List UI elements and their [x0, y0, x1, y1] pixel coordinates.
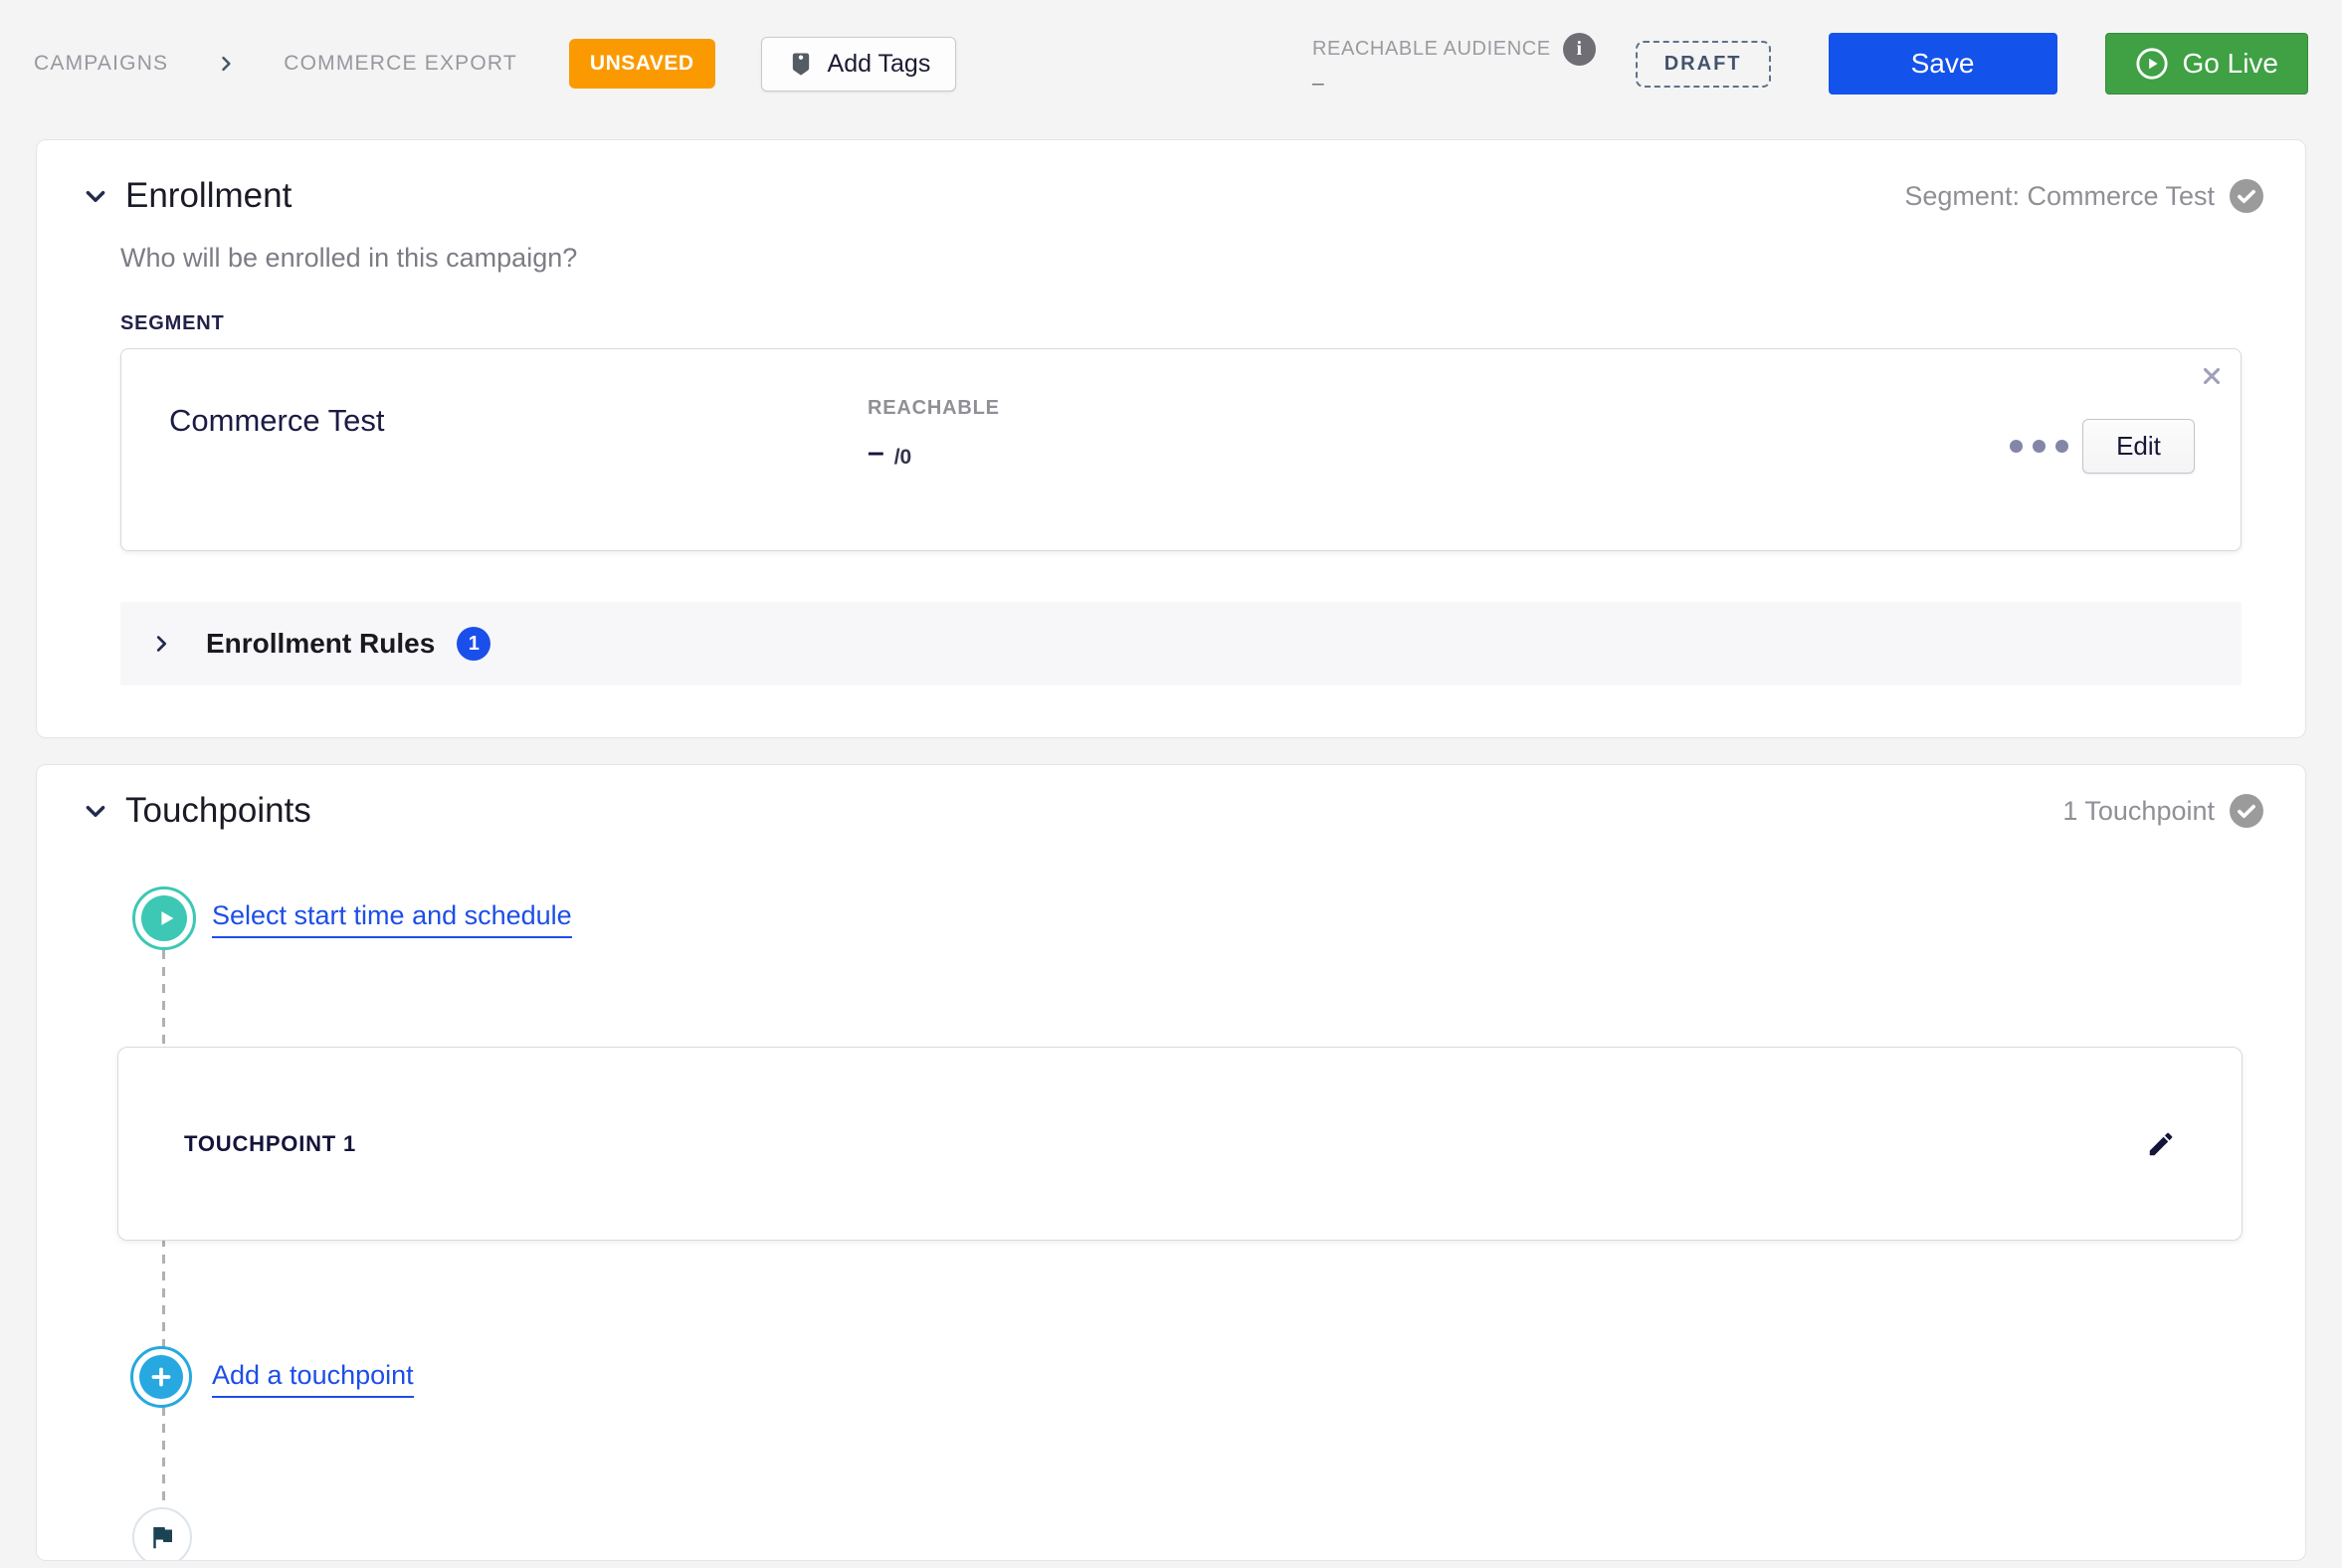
tag-icon	[787, 50, 815, 78]
touchpoints-summary-text: 1 Touchpoint	[2062, 795, 2215, 826]
pencil-icon	[2149, 1132, 2173, 1155]
add-tags-label: Add Tags	[827, 49, 931, 78]
check-icon	[2230, 794, 2263, 828]
enrollment-header: Enrollment Segment: Commerce Test	[79, 176, 2263, 216]
end-node	[132, 1507, 192, 1560]
reachable-label: REACHABLE	[868, 397, 1000, 419]
breadcrumb: CAMPAIGNS COMMERCE EXPORT	[34, 52, 517, 76]
play-icon	[141, 895, 187, 941]
play-circle-icon	[2135, 47, 2169, 81]
timeline-connector	[162, 950, 165, 1560]
topbar-right: REACHABLE AUDIENCE i – DRAFT Save Go Liv…	[1311, 32, 2308, 96]
reachable-audience-label: REACHABLE AUDIENCE	[1311, 37, 1551, 60]
edit-touchpoint-button[interactable]	[2146, 1129, 2176, 1159]
enrollment-rules-row[interactable]: Enrollment Rules 1	[120, 602, 2242, 686]
chevron-right-icon[interactable]	[150, 633, 172, 655]
breadcrumb-item-campaigns[interactable]: CAMPAIGNS	[34, 52, 168, 76]
reachable-value: –	[868, 436, 884, 469]
enrollment-summary: Segment: Commerce Test	[1904, 179, 2263, 213]
check-icon	[2230, 179, 2263, 213]
segment-reachable: REACHABLE – /0	[868, 397, 1000, 469]
breadcrumb-item-campaign-name: COMMERCE EXPORT	[284, 52, 517, 75]
enrollment-question: Who will be enrolled in this campaign?	[120, 243, 578, 273]
info-icon[interactable]: i	[1562, 32, 1596, 66]
overflow-menu-button[interactable]	[2010, 440, 2068, 453]
add-touchpoint-link[interactable]: Add a touchpoint	[212, 1360, 414, 1398]
reachable-audience-value: –	[1311, 71, 1324, 95]
enrollment-section: Enrollment Segment: Commerce Test Who wi…	[36, 139, 2306, 738]
flag-icon	[153, 1527, 172, 1549]
add-tags-button[interactable]: Add Tags	[760, 36, 957, 92]
segment-card: Commerce Test REACHABLE – /0 Edit	[120, 348, 2242, 551]
chevron-right-icon	[216, 54, 236, 74]
save-button[interactable]: Save	[1828, 33, 2057, 95]
plus-icon	[139, 1355, 183, 1399]
touchpoint-card[interactable]: TOUCHPOINT 1	[117, 1047, 2243, 1241]
segment-label: SEGMENT	[120, 312, 225, 334]
enrollment-rules-label: Enrollment Rules	[206, 628, 436, 659]
touchpoints-summary: 1 Touchpoint	[2062, 794, 2263, 828]
reachable-denominator: /0	[893, 446, 912, 469]
schedule-link[interactable]: Select start time and schedule	[212, 900, 572, 938]
segment-name: Commerce Test	[169, 403, 385, 438]
touchpoints-header: Touchpoints 1 Touchpoint	[79, 791, 2263, 831]
touchpoints-section: Touchpoints 1 Touchpoint Select start ti…	[36, 764, 2306, 1561]
draft-status-badge: DRAFT	[1635, 40, 1771, 88]
touchpoint-label: TOUCHPOINT 1	[184, 1130, 356, 1156]
schedule-node[interactable]	[132, 886, 196, 950]
touchpoints-title: Touchpoints	[125, 791, 311, 830]
edit-segment-button[interactable]: Edit	[2082, 419, 2195, 474]
unsaved-badge: UNSAVED	[568, 39, 715, 89]
rules-count-badge: 1	[457, 627, 491, 661]
close-icon	[2203, 367, 2221, 385]
reachable-audience: REACHABLE AUDIENCE i –	[1311, 32, 1596, 96]
go-live-label: Go Live	[2182, 48, 2279, 79]
go-live-button[interactable]: Go Live	[2104, 33, 2308, 95]
chevron-down-icon[interactable]	[83, 798, 108, 824]
chevron-down-icon[interactable]	[83, 183, 108, 209]
remove-segment-button[interactable]	[2199, 363, 2225, 392]
enrollment-title: Enrollment	[125, 176, 293, 215]
topbar: CAMPAIGNS COMMERCE EXPORT UNSAVED Add Ta…	[0, 0, 2342, 127]
enrollment-summary-text: Segment: Commerce Test	[1904, 180, 2215, 211]
add-touchpoint-node[interactable]	[130, 1346, 192, 1408]
